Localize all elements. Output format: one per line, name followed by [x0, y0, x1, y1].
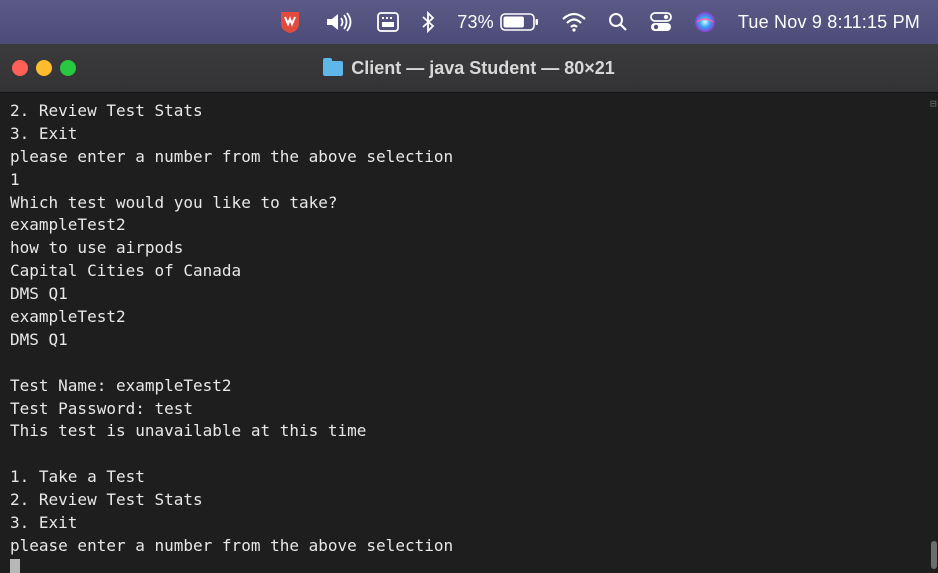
terminal-line: 3. Exit: [10, 513, 78, 533]
terminal-line: DMS Q1: [10, 329, 68, 349]
zoom-window-button[interactable]: [60, 60, 76, 76]
close-window-button[interactable]: [12, 60, 28, 76]
terminal-window: Client — java Student — 80×21 2. Review …: [0, 44, 938, 573]
spotlight-search-icon[interactable]: [608, 0, 628, 44]
volume-icon[interactable]: [325, 0, 355, 44]
window-controls: [12, 60, 84, 76]
terminal-line: please enter a number from the above sel…: [10, 535, 454, 555]
terminal-prompt-line[interactable]: [10, 558, 453, 573]
terminal-line: please enter a number from the above sel…: [10, 146, 454, 166]
terminal-line: 2. Review Test Stats: [10, 490, 203, 510]
scrollbar-thumb[interactable]: [931, 541, 937, 569]
terminal-line: 1. Take a Test: [10, 467, 145, 487]
folder-icon: [323, 57, 344, 76]
terminal-lines: 2. Review Test Stats 3. Exit please enter …: [10, 100, 453, 573]
terminal-output[interactable]: 2. Review Test Stats 3. Exit please enter …: [0, 93, 938, 573]
window-title: Client — java Student — 80×21: [351, 57, 615, 78]
terminal-line: 2. Review Test Stats: [10, 101, 203, 120]
datetime: Tue Nov 9 8:11:15 PM: [737, 11, 920, 32]
control-center-icon[interactable]: [650, 0, 672, 44]
terminal-line: Capital Cities of Canada: [10, 261, 242, 281]
wifi-icon[interactable]: [562, 0, 586, 44]
minimize-window-button[interactable]: [36, 60, 52, 76]
siri-icon[interactable]: [694, 0, 716, 44]
terminal-line: 1: [10, 169, 20, 189]
terminal-line: Test Name: exampleTest2: [10, 375, 232, 395]
terminal-line: Test Password: test: [10, 398, 194, 418]
terminal-line: 3. Exit: [10, 123, 78, 143]
window-titlebar[interactable]: Client — java Student — 80×21: [0, 44, 938, 93]
terminal-line: This test is unavailable at this time: [10, 421, 367, 441]
terminal-line: how to use airpods: [10, 238, 184, 258]
terminal-line: exampleTest2: [10, 307, 126, 327]
menu-bar: 73% Tue Nov 9 8:11:15 PM: [0, 0, 938, 44]
window-title-group: Client — java Student — 80×21: [323, 57, 615, 79]
bluetooth-icon[interactable]: [421, 0, 435, 44]
text-cursor: [10, 558, 20, 573]
battery-icon[interactable]: 73%: [457, 0, 540, 44]
terminal-line: exampleTest2: [10, 215, 126, 235]
shield-app-icon[interactable]: [277, 0, 303, 44]
scroll-indicator-icon: ⊟: [930, 97, 937, 110]
menubar-clock[interactable]: Tue Nov 9 8:11:15 PM: [738, 0, 920, 44]
terminal-line: DMS Q1: [10, 284, 68, 304]
battery-percent: 73%: [457, 11, 494, 32]
terminal-line: Which test would you like to take?: [10, 192, 338, 212]
keyboard-input-icon[interactable]: [377, 0, 400, 44]
